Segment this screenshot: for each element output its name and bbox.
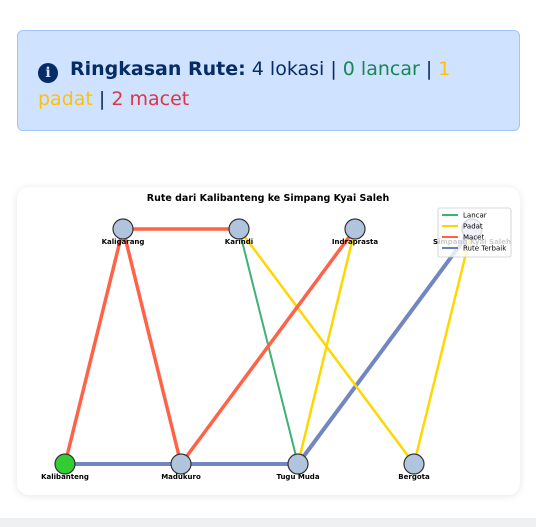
- node-label-kaligarang: Kaligarang: [102, 238, 145, 246]
- graph-title: Rute dari Kalibanteng ke Simpang Kyai Sa…: [147, 193, 390, 204]
- summary-lancar-count: 0 lancar: [342, 58, 420, 80]
- graph-legend: Lancar Padat Macet Rute Terbaik: [437, 207, 512, 258]
- node-label-kalibanteng: Kalibanteng: [41, 473, 89, 481]
- graph-nodes: KaligarangKarindiIndraprastaSimpang Kyai…: [41, 218, 511, 481]
- summary-separator: |: [419, 58, 439, 80]
- legend-label-padat: Padat: [463, 223, 483, 231]
- node-label-bergota: Bergota: [398, 473, 430, 481]
- page-footer-strip: [0, 518, 536, 527]
- node-tugu-muda: [287, 453, 309, 475]
- node-indraprasta: [344, 218, 366, 240]
- summary-separator: |: [92, 88, 112, 110]
- info-circle-icon: i: [38, 63, 58, 83]
- edge-tugu-muda-simpang-kyai-saleh: [296, 227, 474, 466]
- node-bergota: [403, 453, 425, 475]
- edge-kaligarang-kalibanteng: [63, 227, 125, 466]
- legend-label-rute-terbaik: Rute Terbaik: [463, 245, 507, 253]
- node-karindi: [228, 218, 250, 240]
- legend-label-lancar: Lancar: [463, 212, 487, 220]
- route-graph: Rute dari Kalibanteng ke Simpang Kyai Sa…: [41, 193, 512, 481]
- graph-edges: [63, 227, 474, 466]
- edge-simpang-kyai-saleh-bergota: [412, 227, 474, 466]
- node-label-indraprasta: Indraprasta: [332, 238, 378, 246]
- node-label-madukuro: Madukuro: [161, 473, 201, 481]
- edge-kaligarang-madukuro: [121, 227, 183, 466]
- route-graph-card: Rute dari Kalibanteng ke Simpang Kyai Sa…: [17, 187, 520, 495]
- legend-label-macet: Macet: [463, 234, 484, 242]
- node-label-tugu-muda: Tugu Muda: [276, 473, 319, 481]
- route-summary-alert: i Ringkasan Rute: 4 lokasi | 0 lancar | 1…: [17, 30, 520, 131]
- node-kalibanteng: [54, 453, 76, 475]
- node-label-karindi: Karindi: [225, 238, 253, 246]
- summary-title: Ringkasan Rute:: [70, 58, 246, 80]
- edge-madukuro-indraprasta: [179, 227, 357, 466]
- summary-separator: |: [324, 58, 343, 80]
- node-madukuro: [170, 453, 192, 475]
- summary-macet-count: 2 macet: [111, 88, 190, 110]
- node-kaligarang: [112, 218, 134, 240]
- summary-locations: 4 lokasi: [251, 58, 325, 80]
